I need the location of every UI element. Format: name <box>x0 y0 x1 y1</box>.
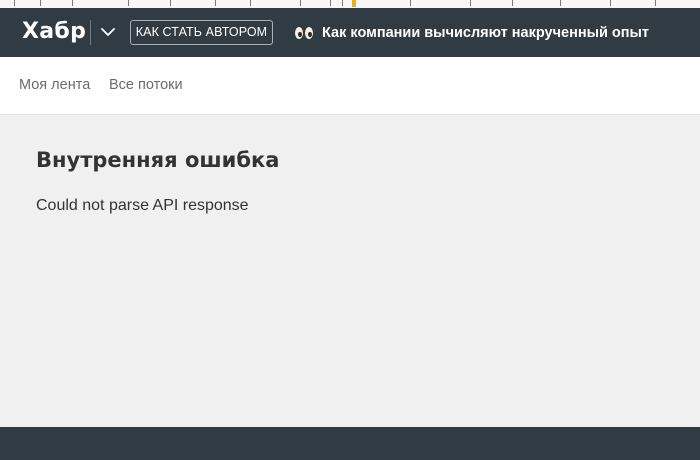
error-message: Could not parse API response <box>36 197 249 214</box>
strip-tick <box>342 0 343 6</box>
site-logo[interactable]: Хабр <box>22 18 86 46</box>
browser-bookmarks-strip <box>0 0 700 8</box>
eyes-icon <box>295 27 313 39</box>
chevron-down-icon[interactable] <box>98 22 118 42</box>
header-divider <box>90 20 91 45</box>
site-footer <box>0 427 700 460</box>
strip-tick <box>300 0 301 6</box>
error-title: Внутренняя ошибка <box>36 148 280 172</box>
strip-tick <box>512 0 513 6</box>
strip-tick <box>470 0 471 6</box>
become-author-button[interactable]: КАК СТАТЬ АВТОРОМ <box>130 20 273 45</box>
tab-my-feed[interactable]: Моя лента <box>19 77 90 93</box>
strip-tick <box>72 0 73 6</box>
site-header: Хабр КАК СТАТЬ АВТОРОМ Как компании вычи… <box>0 8 700 57</box>
promo-text: Как компании вычисляют накрученный опыт <box>322 25 650 41</box>
strip-tick <box>330 0 331 6</box>
bookmark-favicon-icon <box>352 0 356 7</box>
promo-link[interactable]: Как компании вычисляют накрученный опыт <box>294 22 649 44</box>
strip-tick <box>14 0 15 6</box>
strip-tick <box>250 0 251 6</box>
strip-tick <box>40 0 41 6</box>
feed-tabs: Моя лента Все потоки <box>0 57 700 115</box>
strip-tick <box>215 0 216 6</box>
strip-tick <box>170 0 171 6</box>
strip-tick <box>610 0 611 6</box>
tab-all-flows[interactable]: Все потоки <box>109 77 183 93</box>
strip-tick <box>128 0 129 6</box>
strip-tick <box>655 0 656 6</box>
strip-tick <box>410 0 411 6</box>
strip-tick <box>560 0 561 6</box>
